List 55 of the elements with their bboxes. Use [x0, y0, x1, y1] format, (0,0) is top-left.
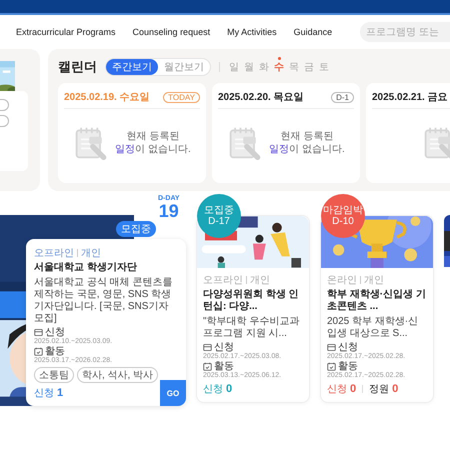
weekday-tab[interactable]: 월: [243, 60, 255, 74]
day-date: 2025.02.20. 목요일: [218, 91, 304, 104]
weekday-tab[interactable]: 수: [273, 60, 285, 74]
status-badge: 모집중 D-17: [197, 194, 241, 238]
status-badge: 마감임박 D-10: [321, 194, 365, 238]
nav-link[interactable]: My Activities: [227, 27, 277, 37]
program-type: 개인: [364, 274, 384, 287]
weekday-tab[interactable]: 화: [258, 60, 270, 74]
day-badge: TODAY: [163, 92, 200, 102]
search-field[interactable]: 프로그램명 또는: [360, 22, 450, 42]
program-description: 서울대학교 공식 매체 콘텐츠를 제작하는 국문, 영문, SNS 학생기자단입니다. [국문, SNS기자 모집]: [34, 277, 174, 325]
day-badge: D-1: [331, 92, 354, 102]
nav-link[interactable]: Extracurricular Programs: [16, 27, 116, 37]
calendar-title: 캘린더: [58, 58, 97, 76]
weekday-tab[interactable]: 금: [303, 60, 315, 74]
tag: 학사, 석사, 박사: [77, 367, 158, 383]
nav-link[interactable]: Guidance: [294, 27, 332, 37]
view-tab[interactable]: 월간보기: [158, 59, 210, 75]
day-date: 2025.02.19. 수요일: [64, 91, 150, 104]
count-label: 신청: [327, 383, 347, 396]
d-day-count: 19: [158, 202, 179, 220]
empty-message: 현재 등록된 일정이 없습니다.: [269, 130, 345, 156]
program-mode: 오프라인: [34, 247, 74, 260]
count-value: 0: [350, 383, 356, 395]
day-date: 2025.02.21. 금요: [372, 91, 448, 104]
status-badge: 모집중: [116, 221, 156, 237]
period-label: 활동: [338, 361, 358, 372]
weekday-tab[interactable]: 토: [318, 60, 330, 74]
count-label: 정원: [369, 383, 390, 396]
program-type: 개인: [250, 274, 270, 287]
weekday-tab[interactable]: 목: [288, 60, 300, 74]
period-label: 활동: [214, 361, 234, 372]
program-description: "학부대학 우수비교과 프로그램 지원 시...: [203, 316, 300, 340]
count-value: 0: [392, 383, 398, 395]
tag: 소통팀: [34, 367, 74, 383]
count-label: 신청: [34, 387, 54, 400]
period-label: 신청: [45, 327, 65, 338]
view-tab[interactable]: 주간보기: [106, 59, 158, 75]
count-value: 1: [57, 387, 64, 399]
program-description: 2025 학부 재학생·신입생 대상으로 S...: [327, 316, 420, 340]
weekday-tab[interactable]: 일: [228, 60, 240, 74]
go-button[interactable]: GO: [160, 380, 186, 406]
period-label: 활동: [45, 346, 65, 357]
program-title: 다양성위원회 학생 인턴십: 다양...: [203, 289, 300, 313]
nav-link[interactable]: Counseling request: [132, 27, 210, 37]
period-label: 신청: [214, 342, 234, 353]
count-value: 0: [226, 383, 232, 395]
program-mode: 오프라인: [203, 274, 243, 287]
count-label: 신청: [203, 383, 223, 396]
program-type: 개인: [81, 247, 101, 260]
program-title: 학부 재학생·신입생 기초콘텐츠 ...: [327, 289, 427, 313]
program-title: 서울대학교 학생기자단: [34, 262, 138, 274]
empty-message: 현재 등록된 일정이 없습니다.: [115, 130, 191, 156]
program-mode: 온라인: [327, 274, 357, 287]
period-label: 신청: [338, 342, 358, 353]
